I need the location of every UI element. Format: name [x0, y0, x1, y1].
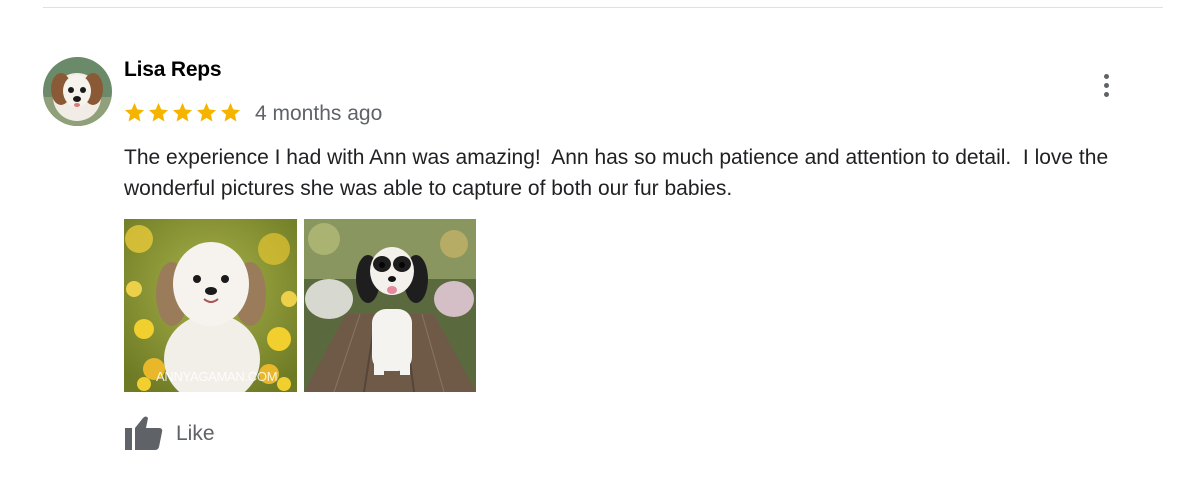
star-icon — [220, 102, 241, 122]
star-rating — [123, 101, 242, 124]
star-icon — [172, 102, 193, 122]
star-icon — [196, 102, 217, 122]
review-photo-2[interactable] — [304, 219, 476, 392]
rating-row: 4 months ago — [123, 98, 382, 126]
star-icon — [124, 102, 145, 122]
review-card: Lisa Reps 4 months ago The experience I … — [0, 0, 1200, 497]
reviewer-name[interactable]: Lisa Reps — [124, 58, 222, 82]
thumb-up-icon — [125, 416, 163, 450]
more-vert-icon-dot — [1103, 91, 1109, 97]
photo-watermark: ANNYAGAMAN.COM — [156, 369, 278, 384]
review-text: The experience I had with Ann was amazin… — [124, 146, 1114, 200]
star-icon — [148, 102, 169, 122]
review-photo-1[interactable]: ANNYAGAMAN.COM — [124, 219, 297, 392]
like-button[interactable]: Like — [124, 414, 215, 454]
like-label: Like — [176, 422, 215, 445]
top-divider — [43, 7, 1163, 8]
review-timestamp: 4 months ago — [255, 102, 383, 125]
avatar[interactable] — [43, 57, 112, 126]
more-vert-icon — [1103, 73, 1109, 79]
more-options-button[interactable] — [1093, 69, 1119, 101]
more-vert-icon-dot — [1103, 82, 1109, 88]
